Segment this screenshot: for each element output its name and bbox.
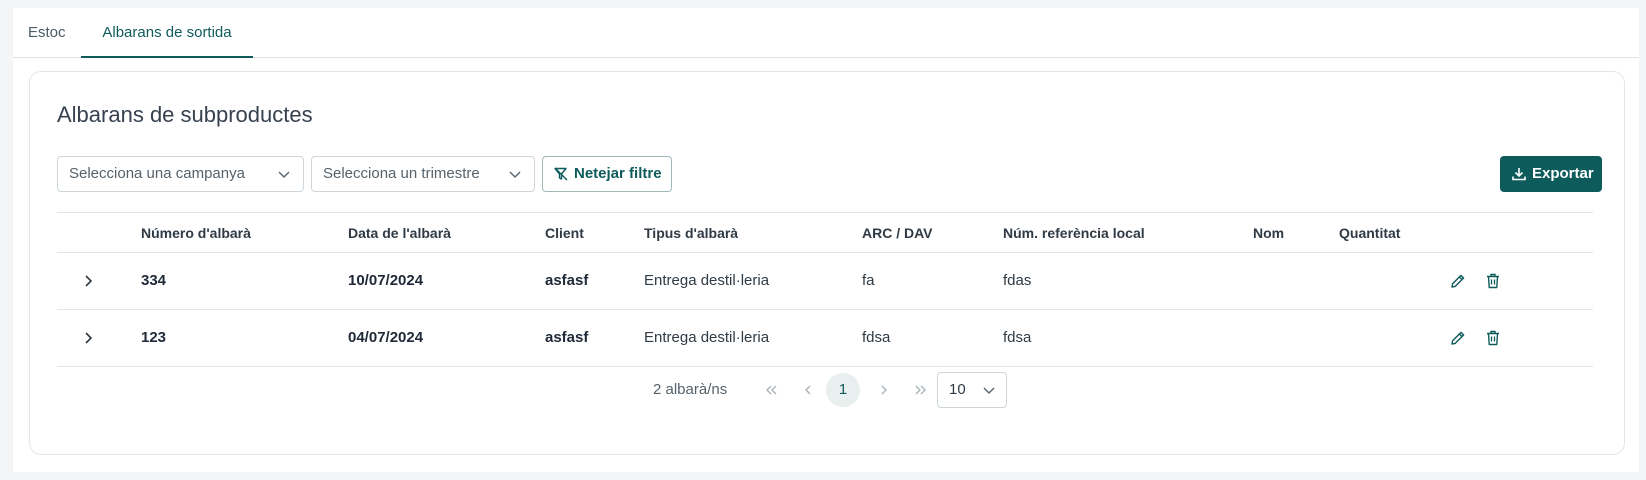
edit-icon[interactable]	[1449, 272, 1467, 290]
tab-estoc[interactable]: Estoc	[28, 8, 78, 58]
cell-numero: 334	[141, 272, 167, 289]
cell-tipus: Entrega destil·leria	[644, 329, 770, 346]
quarter-select[interactable]: Selecciona un trimestre	[311, 156, 535, 192]
export-label: Exportar	[1532, 165, 1594, 182]
double-chevron-left-icon[interactable]	[761, 380, 781, 400]
page-title: Albarans de subproductes	[57, 102, 313, 127]
col-data[interactable]: Data de l'albarà	[348, 213, 451, 253]
pagination: 2 albarà/ns 1 10	[30, 372, 1626, 412]
cell-data: 04/07/2024	[348, 329, 424, 346]
tab-albarans-sortida[interactable]: Albarans de sortida	[81, 8, 253, 58]
col-quantitat[interactable]: Quantitat	[1339, 213, 1400, 253]
cell-arc-dav: fdsa	[862, 329, 891, 346]
cell-data: 10/07/2024	[348, 272, 424, 289]
export-button[interactable]: Exportar	[1500, 156, 1602, 192]
quarter-select-placeholder: Selecciona un trimestre	[323, 165, 480, 182]
cell-client: asfasf	[545, 272, 589, 289]
cell-client: asfasf	[545, 329, 589, 346]
campaign-select[interactable]: Selecciona una campanya	[57, 156, 304, 192]
tab-bar: Estoc Albarans de sortida	[13, 8, 1639, 58]
chevron-down-icon	[983, 387, 995, 395]
col-tipus[interactable]: Tipus d'albarà	[644, 213, 738, 253]
col-nom[interactable]: Nom	[1253, 213, 1284, 253]
page-size-value: 10	[949, 381, 966, 398]
trash-icon[interactable]	[1484, 329, 1502, 347]
filter-clear-icon	[554, 167, 568, 181]
chevron-down-icon	[509, 171, 521, 179]
cell-referencia: fdsa	[1003, 329, 1032, 346]
table-header: Número d'albarà Data de l'albarà Client …	[57, 212, 1593, 253]
albarans-card: Albarans de subproductes Selecciona una …	[29, 71, 1625, 455]
cell-referencia: fdas	[1003, 272, 1032, 289]
chevron-down-icon	[278, 171, 290, 179]
trash-icon[interactable]	[1484, 272, 1502, 290]
app-shell: Estoc Albarans de sortida Albarans de su…	[13, 8, 1639, 472]
double-chevron-right-icon[interactable]	[911, 380, 931, 400]
download-icon	[1512, 168, 1526, 181]
edit-icon[interactable]	[1449, 329, 1467, 347]
clear-filter-button[interactable]: Netejar filtre	[542, 156, 672, 192]
col-referencia[interactable]: Núm. referència local	[1003, 213, 1145, 253]
chevron-right-icon[interactable]	[80, 273, 96, 289]
col-client[interactable]: Client	[545, 213, 584, 253]
cell-numero: 123	[141, 329, 167, 346]
table-row[interactable]: 334 10/07/2024 asfasf Entrega destil·ler…	[57, 253, 1593, 310]
chevron-right-icon[interactable]	[80, 330, 96, 346]
table-row[interactable]: 123 04/07/2024 asfasf Entrega destil·ler…	[57, 310, 1593, 367]
chevron-left-icon[interactable]	[798, 380, 818, 400]
cell-tipus: Entrega destil·leria	[644, 272, 770, 289]
pagination-count: 2 albarà/ns	[653, 381, 728, 398]
clear-filter-label: Netejar filtre	[574, 165, 662, 182]
campaign-select-placeholder: Selecciona una campanya	[69, 165, 245, 182]
cell-arc-dav: fa	[862, 272, 875, 289]
chevron-right-icon[interactable]	[874, 380, 894, 400]
col-arc-dav[interactable]: ARC / DAV	[862, 213, 933, 253]
col-numero[interactable]: Número d'albarà	[141, 213, 251, 253]
page-size-select[interactable]: 10	[937, 372, 1007, 408]
page-button-current[interactable]: 1	[826, 373, 860, 407]
